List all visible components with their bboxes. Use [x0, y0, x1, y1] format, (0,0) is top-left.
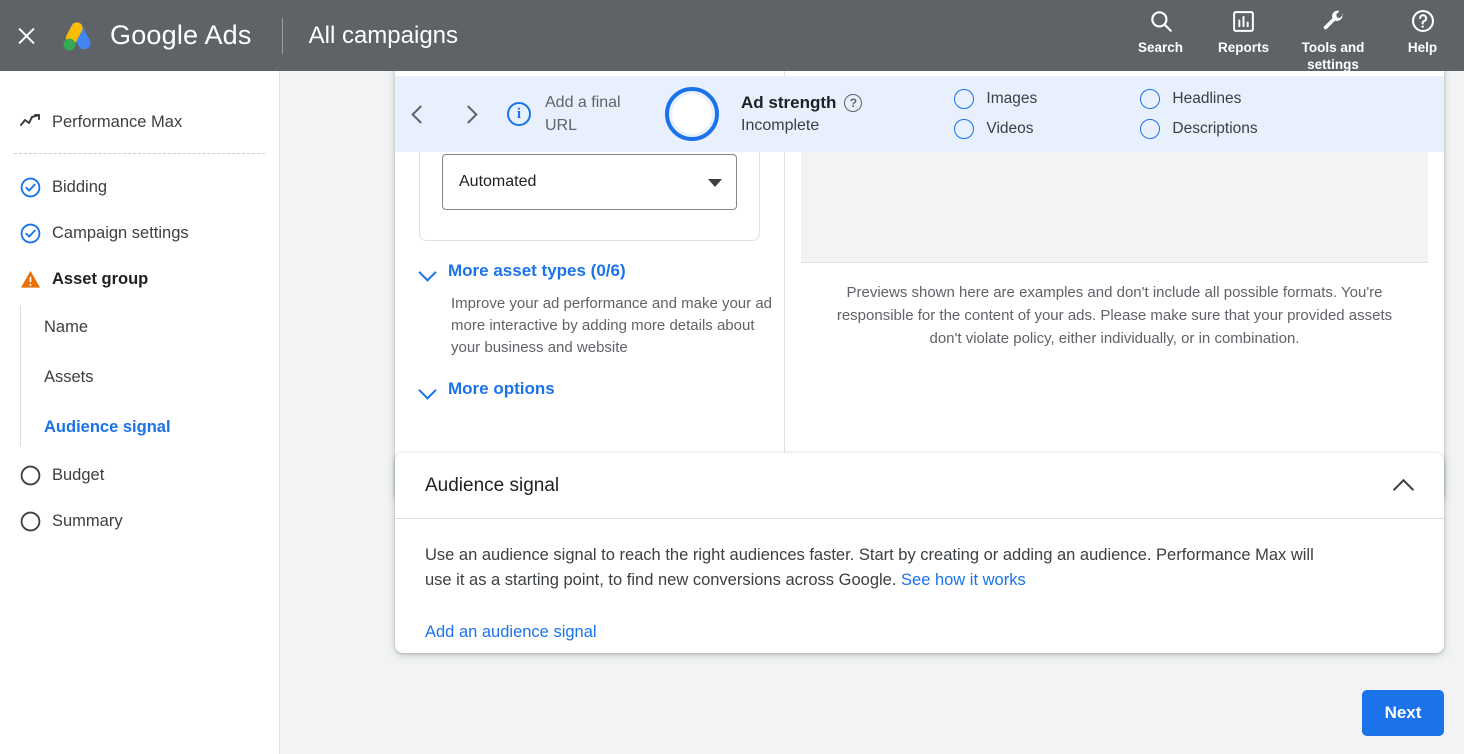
tools-and-settings-button[interactable]: Tools and settings — [1285, 0, 1381, 73]
asset-mode-select[interactable]: Automated — [442, 154, 737, 210]
ad-strength-ring-icon — [665, 87, 719, 141]
ad-strength-checklist: Images Videos Headlines Descriptions — [954, 84, 1326, 144]
checklist-label-images: Images — [986, 90, 1038, 107]
warning-icon — [8, 268, 52, 291]
brand-label: Google Ads — [110, 20, 252, 50]
reports-icon — [1231, 6, 1256, 36]
empty-circle-icon — [1140, 119, 1161, 139]
help-circle-icon[interactable]: ? — [844, 94, 863, 112]
ad-strength-toolbar: i Add a final URL Ad strength ? Incomple… — [395, 76, 1444, 152]
next-button[interactable]: Next — [1362, 690, 1444, 736]
top-bar-actions: Search Reports Tools and settings Help — [1119, 0, 1464, 73]
sidebar-label-performance-max: Performance Max — [52, 112, 183, 131]
info-icon: i — [507, 102, 531, 126]
ad-strength-status: Incomplete — [741, 117, 820, 134]
sidebar-label-summary: Summary — [52, 511, 123, 530]
add-audience-signal-link[interactable]: Add an audience signal — [425, 623, 597, 642]
audience-signal-description: Use an audience signal to reach the righ… — [425, 543, 1335, 593]
sidebar-item-bidding[interactable]: Bidding — [0, 164, 279, 210]
more-options-label: More options — [448, 379, 555, 398]
sidebar-item-summary[interactable]: Summary — [0, 498, 279, 544]
empty-circle-icon — [8, 464, 52, 487]
main-content: Automated More asset types (0/6) Improve… — [280, 71, 1464, 754]
checklist-item-videos[interactable]: Videos — [954, 114, 1140, 144]
checklist-item-images[interactable]: Images — [954, 84, 1140, 114]
ad-strength-title: Ad strength — [741, 93, 837, 112]
chevron-up-icon[interactable] — [1392, 475, 1414, 497]
add-final-url-message: Add a final URL — [545, 94, 621, 134]
chevron-down-icon — [419, 262, 438, 281]
ad-strength-text-block: Ad strength ? Incomplete — [741, 93, 863, 135]
sidebar-item-asset-group[interactable]: Asset group — [0, 256, 279, 302]
next-asset-button[interactable] — [443, 90, 491, 138]
tools-icon — [1320, 6, 1346, 36]
asset-mode-value: Automated — [459, 173, 537, 190]
checklist-label-headlines: Headlines — [1172, 90, 1242, 107]
audience-signal-header: Audience signal — [395, 453, 1444, 519]
check-circle-icon — [8, 176, 52, 199]
more-asset-types-label: More asset types (0/6) — [448, 261, 626, 280]
previous-asset-button[interactable] — [395, 90, 443, 138]
sidebar-item-audience-signal[interactable]: Audience signal — [44, 402, 279, 452]
help-label: Help — [1407, 40, 1438, 55]
sidebar-label-asset-group: Asset group — [52, 269, 149, 288]
chevron-down-icon — [419, 380, 438, 399]
empty-circle-icon — [8, 510, 52, 533]
performance-max-icon — [8, 110, 52, 134]
chevron-right-icon — [460, 107, 474, 121]
sidebar-label-bidding: Bidding — [52, 177, 108, 196]
sidebar-divider — [14, 153, 265, 154]
audience-signal-body: Use an audience signal to reach the righ… — [395, 519, 1444, 642]
setup-sidebar: Performance Max Bidding Campaign setting… — [0, 71, 280, 754]
more-options-toggle[interactable]: More options — [419, 379, 760, 399]
sidebar-item-assets[interactable]: Assets — [44, 352, 279, 402]
sidebar-label-audience-signal: Audience signal — [44, 417, 171, 436]
sidebar-item-campaign-settings[interactable]: Campaign settings — [0, 210, 279, 256]
google-ads-logo[interactable]: Google Ads — [58, 19, 252, 53]
see-how-it-works-link[interactable]: See how it works — [901, 571, 1026, 589]
checklist-column-right: Headlines Descriptions — [1140, 84, 1326, 144]
sidebar-label-campaign-settings: Campaign settings — [52, 223, 189, 242]
asset-group-subnav: Name Assets Audience signal — [20, 302, 279, 452]
checklist-label-descriptions: Descriptions — [1172, 120, 1258, 137]
sidebar-item-performance-max[interactable]: Performance Max — [0, 99, 279, 145]
audience-signal-description-text: Use an audience signal to reach the righ… — [425, 546, 1314, 589]
reports-label: Reports — [1217, 40, 1269, 55]
sidebar-item-budget[interactable]: Budget — [0, 452, 279, 498]
reports-button[interactable]: Reports — [1202, 0, 1285, 71]
check-circle-icon — [8, 222, 52, 245]
search-icon — [1148, 6, 1174, 36]
audience-signal-title: Audience signal — [425, 474, 560, 496]
google-ads-mark-icon — [63, 21, 91, 51]
close-button[interactable] — [0, 0, 52, 71]
more-asset-types-description: Improve your ad performance and make you… — [451, 295, 772, 356]
ad-preview-disclaimer: Previews shown here are examples and don… — [836, 284, 1393, 347]
checklist-label-videos: Videos — [986, 120, 1034, 137]
chevron-left-icon — [412, 107, 426, 121]
sidebar-label-name: Name — [44, 317, 89, 336]
checklist-column-left: Images Videos — [954, 84, 1140, 144]
search-button[interactable]: Search — [1119, 0, 1202, 71]
tools-label: Tools and settings — [1301, 40, 1365, 72]
empty-circle-icon — [954, 119, 975, 139]
checklist-item-headlines[interactable]: Headlines — [1140, 84, 1326, 114]
search-label: Search — [1137, 40, 1184, 55]
sidebar-label-budget: Budget — [52, 465, 105, 484]
header-divider — [281, 17, 283, 54]
help-button[interactable]: Help — [1381, 0, 1464, 71]
more-asset-types-toggle[interactable]: More asset types (0/6) — [419, 261, 760, 281]
chevron-down-icon — [708, 179, 722, 187]
audience-signal-card: Audience signal Use an audience signal t… — [395, 453, 1444, 653]
empty-circle-icon — [1140, 89, 1161, 109]
help-icon — [1410, 6, 1436, 36]
checklist-item-descriptions[interactable]: Descriptions — [1140, 114, 1326, 144]
empty-circle-icon — [954, 89, 975, 109]
sidebar-item-name[interactable]: Name — [44, 302, 279, 352]
sidebar-label-assets: Assets — [44, 367, 94, 386]
close-icon — [16, 25, 37, 46]
top-app-bar: Google Ads All campaigns Search Reports — [0, 0, 1464, 73]
page-context-label: All campaigns — [308, 21, 459, 49]
